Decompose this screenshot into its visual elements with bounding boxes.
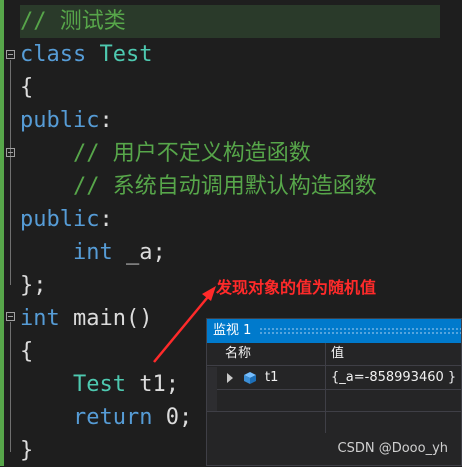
watch-row[interactable]: t1 {_a=-858993460 } xyxy=(207,367,461,390)
expand-arrow-icon[interactable] xyxy=(227,373,233,383)
column-header-value[interactable]: 值 xyxy=(331,343,344,365)
watch-item-name[interactable]: t1 xyxy=(265,367,278,389)
watch-header: 名称 值 xyxy=(207,343,461,366)
watch-item-value[interactable]: {_a=-858993460 } xyxy=(331,367,456,389)
row-margin xyxy=(207,367,217,389)
watch-title: 监视 1 xyxy=(213,323,252,338)
watch-title-bar[interactable]: 监视 1 xyxy=(207,319,461,343)
annotation-label: 发现对象的值为随机值 xyxy=(216,278,377,297)
title-bar-grip xyxy=(259,327,461,335)
object-cube-icon xyxy=(244,372,256,384)
watermark: CSDN @Dooo_yh xyxy=(337,441,449,456)
watch-row-empty[interactable] xyxy=(207,389,461,412)
column-header-name[interactable]: 名称 xyxy=(225,343,251,365)
row-margin xyxy=(207,389,217,411)
